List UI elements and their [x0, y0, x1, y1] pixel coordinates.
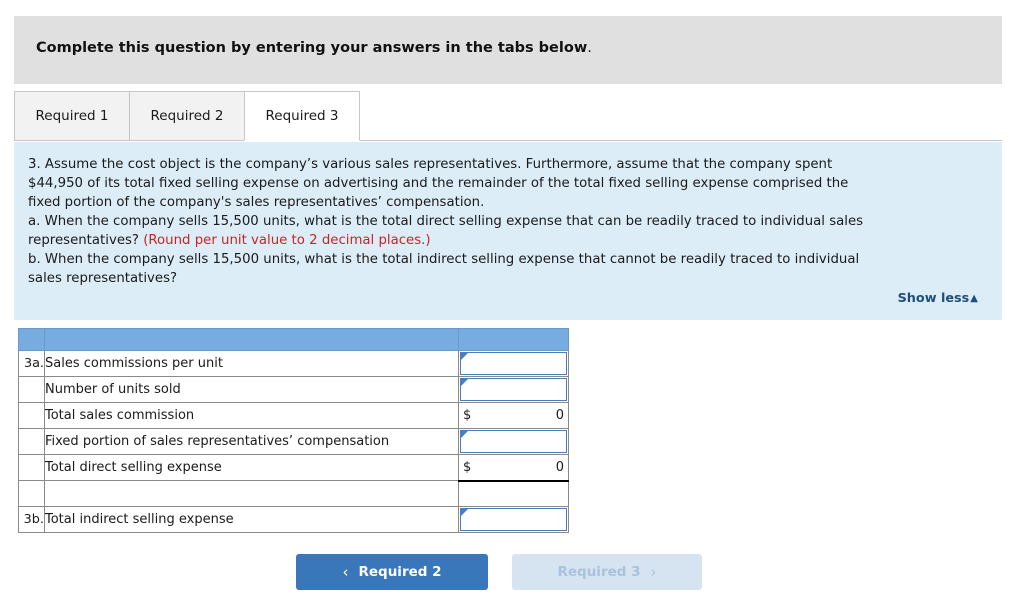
table-row: Total sales commission $ 0	[18, 402, 569, 429]
table-row: Number of units sold	[18, 376, 569, 403]
row-index	[18, 376, 45, 403]
tab-required-1-label: Required 1	[35, 108, 109, 124]
row-label	[44, 480, 459, 507]
question-line-3: fixed portion of the company's sales rep…	[28, 195, 485, 210]
show-less-link[interactable]: Show less▲	[898, 291, 978, 306]
question-line-1: 3. Assume the cost object is the company…	[28, 157, 833, 172]
answer-table: 3a. Sales commissions per unit Number of…	[18, 328, 569, 533]
row-value	[458, 428, 569, 455]
previous-required-2-button[interactable]: ‹ Required 2	[296, 554, 488, 590]
tab-strip: Required 1 Required 2 Required 3	[14, 91, 1002, 142]
tab-required-3-label: Required 3	[265, 108, 339, 124]
currency-symbol: $	[463, 459, 472, 475]
table-row-spacer	[18, 480, 569, 507]
question-line-6: sales representatives?	[28, 271, 178, 286]
total-indirect-selling-expense-field[interactable]	[469, 509, 563, 530]
row-label: Number of units sold	[44, 376, 459, 403]
previous-button-label: Required 2	[358, 564, 442, 580]
row-index	[18, 428, 45, 455]
row-label: Fixed portion of sales representatives’ …	[44, 428, 459, 455]
row-value	[458, 350, 569, 377]
caret-up-icon: ▲	[970, 293, 978, 304]
show-less-label: Show less	[897, 291, 970, 306]
next-required-3-button: Required 3 ›	[512, 554, 702, 590]
tab-required-2-label: Required 2	[150, 108, 224, 124]
tab-required-3[interactable]: Required 3	[244, 91, 360, 141]
tab-required-2[interactable]: Required 2	[129, 91, 245, 141]
tab-underline	[14, 140, 1002, 141]
chevron-right-icon: ›	[650, 563, 657, 581]
row-label: Total direct selling expense	[44, 454, 459, 481]
instruction-trailing: .	[587, 40, 592, 56]
table-header-value-cell	[458, 328, 569, 351]
table-row: Fixed portion of sales representatives’ …	[18, 428, 569, 455]
chevron-left-icon: ‹	[342, 563, 349, 581]
total-direct-selling-expense-value: $ 0	[459, 460, 568, 475]
fixed-portion-compensation-field[interactable]	[469, 431, 563, 452]
tab-required-1[interactable]: Required 1	[14, 91, 130, 141]
navigation-row: ‹ Required 2 Required 3 ›	[0, 554, 1024, 590]
row-index	[18, 402, 45, 429]
question-panel: 3. Assume the cost object is the company…	[14, 142, 1002, 320]
question-line-4b: representatives?	[28, 233, 144, 248]
total-sales-commission-value: $ 0	[459, 408, 568, 423]
table-header-row	[18, 328, 569, 351]
total-indirect-selling-expense-input[interactable]	[460, 508, 567, 531]
question-line-4: a. When the company sells 15,500 units, …	[28, 212, 988, 231]
instruction-bar: Complete this question by entering your …	[14, 16, 1002, 84]
number-of-units-sold-field[interactable]	[469, 379, 563, 400]
next-button-label: Required 3	[557, 564, 641, 580]
question-line-4-cont: representatives? (Round per unit value t…	[28, 231, 988, 250]
row-value	[458, 376, 569, 403]
row-label: Total indirect selling expense	[44, 506, 459, 533]
rounding-note: (Round per unit value to 2 decimal place…	[143, 233, 431, 248]
table-header-index-cell	[18, 328, 45, 351]
number-of-units-sold-input[interactable]	[460, 378, 567, 401]
table-row: 3a. Sales commissions per unit	[18, 350, 569, 377]
question-line-5: b. When the company sells 15,500 units, …	[28, 252, 860, 267]
instruction-text: Complete this question by entering your …	[36, 40, 592, 56]
instruction-main: Complete this question by entering your …	[36, 40, 588, 56]
table-header-label-cell	[44, 328, 459, 351]
row-index: 3b.	[18, 506, 45, 533]
row-label: Total sales commission	[44, 402, 459, 429]
sales-commissions-per-unit-input[interactable]	[460, 352, 567, 375]
sales-commissions-per-unit-field[interactable]	[469, 353, 563, 374]
amount: 0	[555, 459, 564, 475]
row-value: $ 0	[458, 402, 569, 429]
row-value: $ 0	[458, 454, 569, 482]
row-value	[458, 506, 569, 533]
question-line-2: $44,950 of its total fixed selling expen…	[28, 176, 849, 191]
row-value	[458, 480, 569, 507]
table-row: Total direct selling expense $ 0	[18, 454, 569, 482]
row-index: 3a.	[18, 350, 45, 377]
row-index	[18, 480, 45, 507]
fixed-portion-compensation-input[interactable]	[460, 430, 567, 453]
question-body: 3. Assume the cost object is the company…	[28, 155, 988, 288]
amount: 0	[555, 408, 564, 423]
currency-symbol: $	[463, 408, 472, 423]
row-index	[18, 454, 45, 481]
table-row: 3b. Total indirect selling expense	[18, 506, 569, 533]
question-line-4a: a. When the company sells 15,500 units, …	[28, 214, 864, 229]
row-label: Sales commissions per unit	[44, 350, 459, 377]
